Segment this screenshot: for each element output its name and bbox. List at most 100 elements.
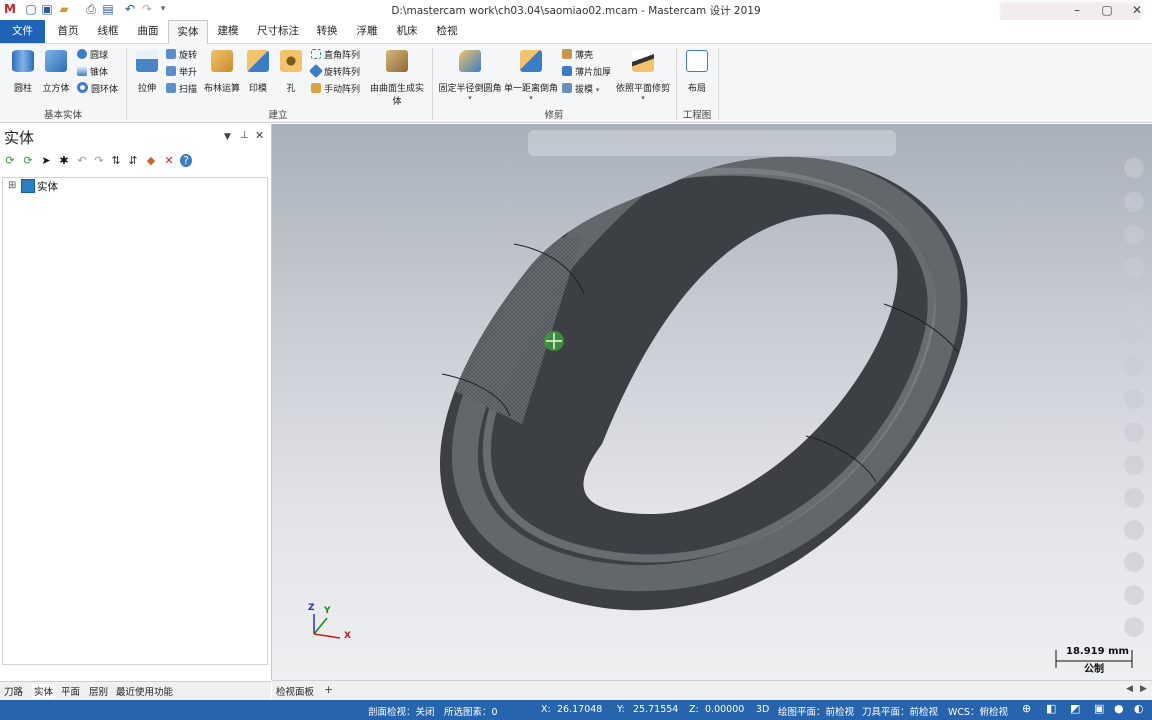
wcs-status[interactable]: WCS：俯检视 [948, 704, 1008, 718]
view-cube-icon[interactable]: ◧ [1046, 702, 1056, 715]
material-sphere-icon[interactable]: ● [1114, 702, 1124, 715]
tab-relief[interactable]: 浮雕 [348, 20, 386, 43]
manual-pattern-label: 手动阵列 [324, 85, 361, 95]
loft-label: 举升 [179, 68, 198, 78]
translucency-icon[interactable]: ◐ [1134, 702, 1144, 715]
regenerate-all-icon[interactable]: ⟳ [4, 154, 16, 167]
pin-icon[interactable]: ⊥ [240, 130, 249, 141]
scroll-left-icon[interactable]: ◀ [1126, 684, 1133, 694]
z-coordinate: 0.00000 [705, 704, 745, 715]
rotary-pattern-label: 旋转阵列 [324, 68, 361, 78]
section-view-status[interactable]: 剖面检视：关闭 [368, 704, 435, 718]
viewsheet-bar: 检视面板 + ◀ ▶ [272, 680, 1152, 701]
cone-button[interactable]: 锥体 [77, 65, 108, 81]
mode-3d-toggle[interactable]: 3D [756, 704, 769, 715]
solid-from-surfaces-button[interactable]: 由曲面生成实体 [366, 50, 428, 107]
tab-surfaces[interactable]: 曲面 [129, 20, 167, 43]
solid-folder-icon [21, 179, 35, 193]
close-icon[interactable]: ✕ [1122, 0, 1152, 20]
draft-button[interactable]: 拔模 ▾ [562, 82, 599, 98]
y-coordinate: 25.71554 [633, 704, 679, 715]
tab-file[interactable]: 文件 [0, 20, 45, 43]
sphere-button[interactable]: 圆球 [77, 48, 108, 64]
tab-machine[interactable]: 机床 [388, 20, 426, 43]
thicken-button[interactable]: 薄片加厚 [562, 65, 611, 81]
fixed-fillet-icon [459, 50, 481, 72]
tab-planes[interactable]: 平面 [61, 684, 80, 698]
hole-button[interactable]: 孔 [277, 50, 305, 94]
cube-button[interactable]: 立方体 [40, 50, 72, 94]
tree-root-label[interactable]: 实体 [37, 179, 58, 194]
tab-view[interactable]: 检视 [428, 20, 466, 43]
view-toolbar[interactable] [528, 130, 896, 156]
tab-solids[interactable]: 实体 [168, 20, 208, 44]
wireframe-icon[interactable]: ▣ [1094, 702, 1104, 715]
construction-plane-status[interactable]: 绘图平面：前检视 [778, 704, 854, 718]
view-sidebar[interactable] [1124, 158, 1144, 637]
panel-title: 实体 [4, 129, 35, 147]
trim-to-plane-button[interactable]: 依照平面修剪 ▾ [614, 50, 672, 102]
add-viewsheet-button[interactable]: + [324, 683, 333, 696]
revolve-label: 旋转 [179, 51, 198, 61]
manual-pattern-button[interactable]: 手动阵列 [311, 82, 360, 98]
tab-recent-functions[interactable]: 最近使用功能 [116, 684, 173, 698]
chamfer-button[interactable]: 单一距离倒角 ▾ [503, 50, 559, 102]
cube-icon [45, 50, 67, 72]
panel-close-icon[interactable]: ✕ [255, 129, 264, 142]
tab-model-prep[interactable]: 建模 [209, 20, 247, 43]
cylinder-icon [12, 50, 34, 72]
revolve-icon [166, 49, 176, 59]
panel-dropdown-icon[interactable]: ▼ [224, 132, 231, 142]
globe-icon[interactable]: ⊕ [1022, 702, 1031, 715]
tab-solids-manager[interactable]: 实体 [32, 684, 56, 698]
regenerate-selected-icon[interactable]: ⟳ [22, 154, 34, 167]
imprint-button[interactable]: 印模 [244, 50, 272, 94]
shell-button[interactable]: 薄壳 [562, 48, 593, 64]
tab-dimension[interactable]: 尺寸标注 [252, 20, 304, 43]
cylinder-label: 圆柱 [13, 84, 32, 94]
rect-pattern-button[interactable]: 直角阵列 [311, 48, 360, 64]
rotary-pattern-button[interactable]: 旋转阵列 [308, 63, 361, 81]
delete-icon[interactable]: ✕ [163, 154, 175, 167]
boolean-button[interactable]: 布林运算 [203, 50, 241, 94]
move-up-icon[interactable]: ⇅ [110, 154, 122, 167]
layout-button[interactable]: 布局 [682, 50, 712, 94]
cylinder-button[interactable]: 圆柱 [8, 50, 38, 94]
group-label-drawing: 工程图 [682, 110, 712, 121]
undo-icon[interactable]: ↶ [76, 154, 88, 167]
help-icon[interactable]: ? [180, 154, 192, 167]
expand-icon[interactable]: ⊞ [8, 180, 16, 191]
hole-icon [280, 50, 302, 72]
fixed-fillet-button[interactable]: 固定半径倒圆角 ▾ [438, 50, 502, 102]
thicken-label: 薄片加厚 [575, 68, 612, 78]
extrude-icon [136, 50, 158, 72]
tab-home[interactable]: 首页 [49, 20, 87, 43]
rotary-pattern-icon [308, 63, 324, 79]
draft-label: 拔模 [575, 85, 594, 95]
group-separator [676, 48, 677, 120]
select-icon[interactable]: ➤ [40, 154, 52, 167]
viewsheet-tab[interactable]: 检视面板 [276, 684, 314, 698]
tab-wireframe[interactable]: 线框 [89, 20, 127, 43]
minimize-icon[interactable]: – [1062, 0, 1092, 20]
torus-button[interactable]: 圆环体 [77, 82, 118, 98]
select-all-icon[interactable]: ✱ [58, 154, 70, 167]
graphics-viewport[interactable]: Z Y X 18.919 mm 公制 [272, 124, 1152, 680]
shading-icon[interactable]: ◩ [1070, 702, 1080, 715]
move-down-icon[interactable]: ⇵ [127, 154, 139, 167]
extrude-button[interactable]: 拉伸 [134, 50, 160, 94]
scroll-right-icon[interactable]: ▶ [1140, 684, 1147, 694]
tab-toolpaths[interactable]: 刀路 [4, 684, 23, 698]
scale-unit: 公制 [1084, 664, 1104, 675]
redo-icon[interactable]: ↷ [93, 154, 105, 167]
tab-transform[interactable]: 转换 [308, 20, 346, 43]
tool-plane-status[interactable]: 刀具平面：前检视 [862, 704, 938, 718]
revolve-button[interactable]: 旋转 [166, 48, 197, 64]
maximize-icon[interactable]: ▢ [1092, 0, 1122, 20]
tab-levels[interactable]: 层别 [89, 684, 108, 698]
x-coordinate: 26.17048 [557, 704, 603, 715]
sweep-button[interactable]: 扫描 [166, 82, 197, 98]
stop-op-icon[interactable]: ◆ [145, 154, 157, 167]
loft-button[interactable]: 举升 [166, 65, 197, 81]
group-label-create: 建立 [268, 110, 288, 121]
